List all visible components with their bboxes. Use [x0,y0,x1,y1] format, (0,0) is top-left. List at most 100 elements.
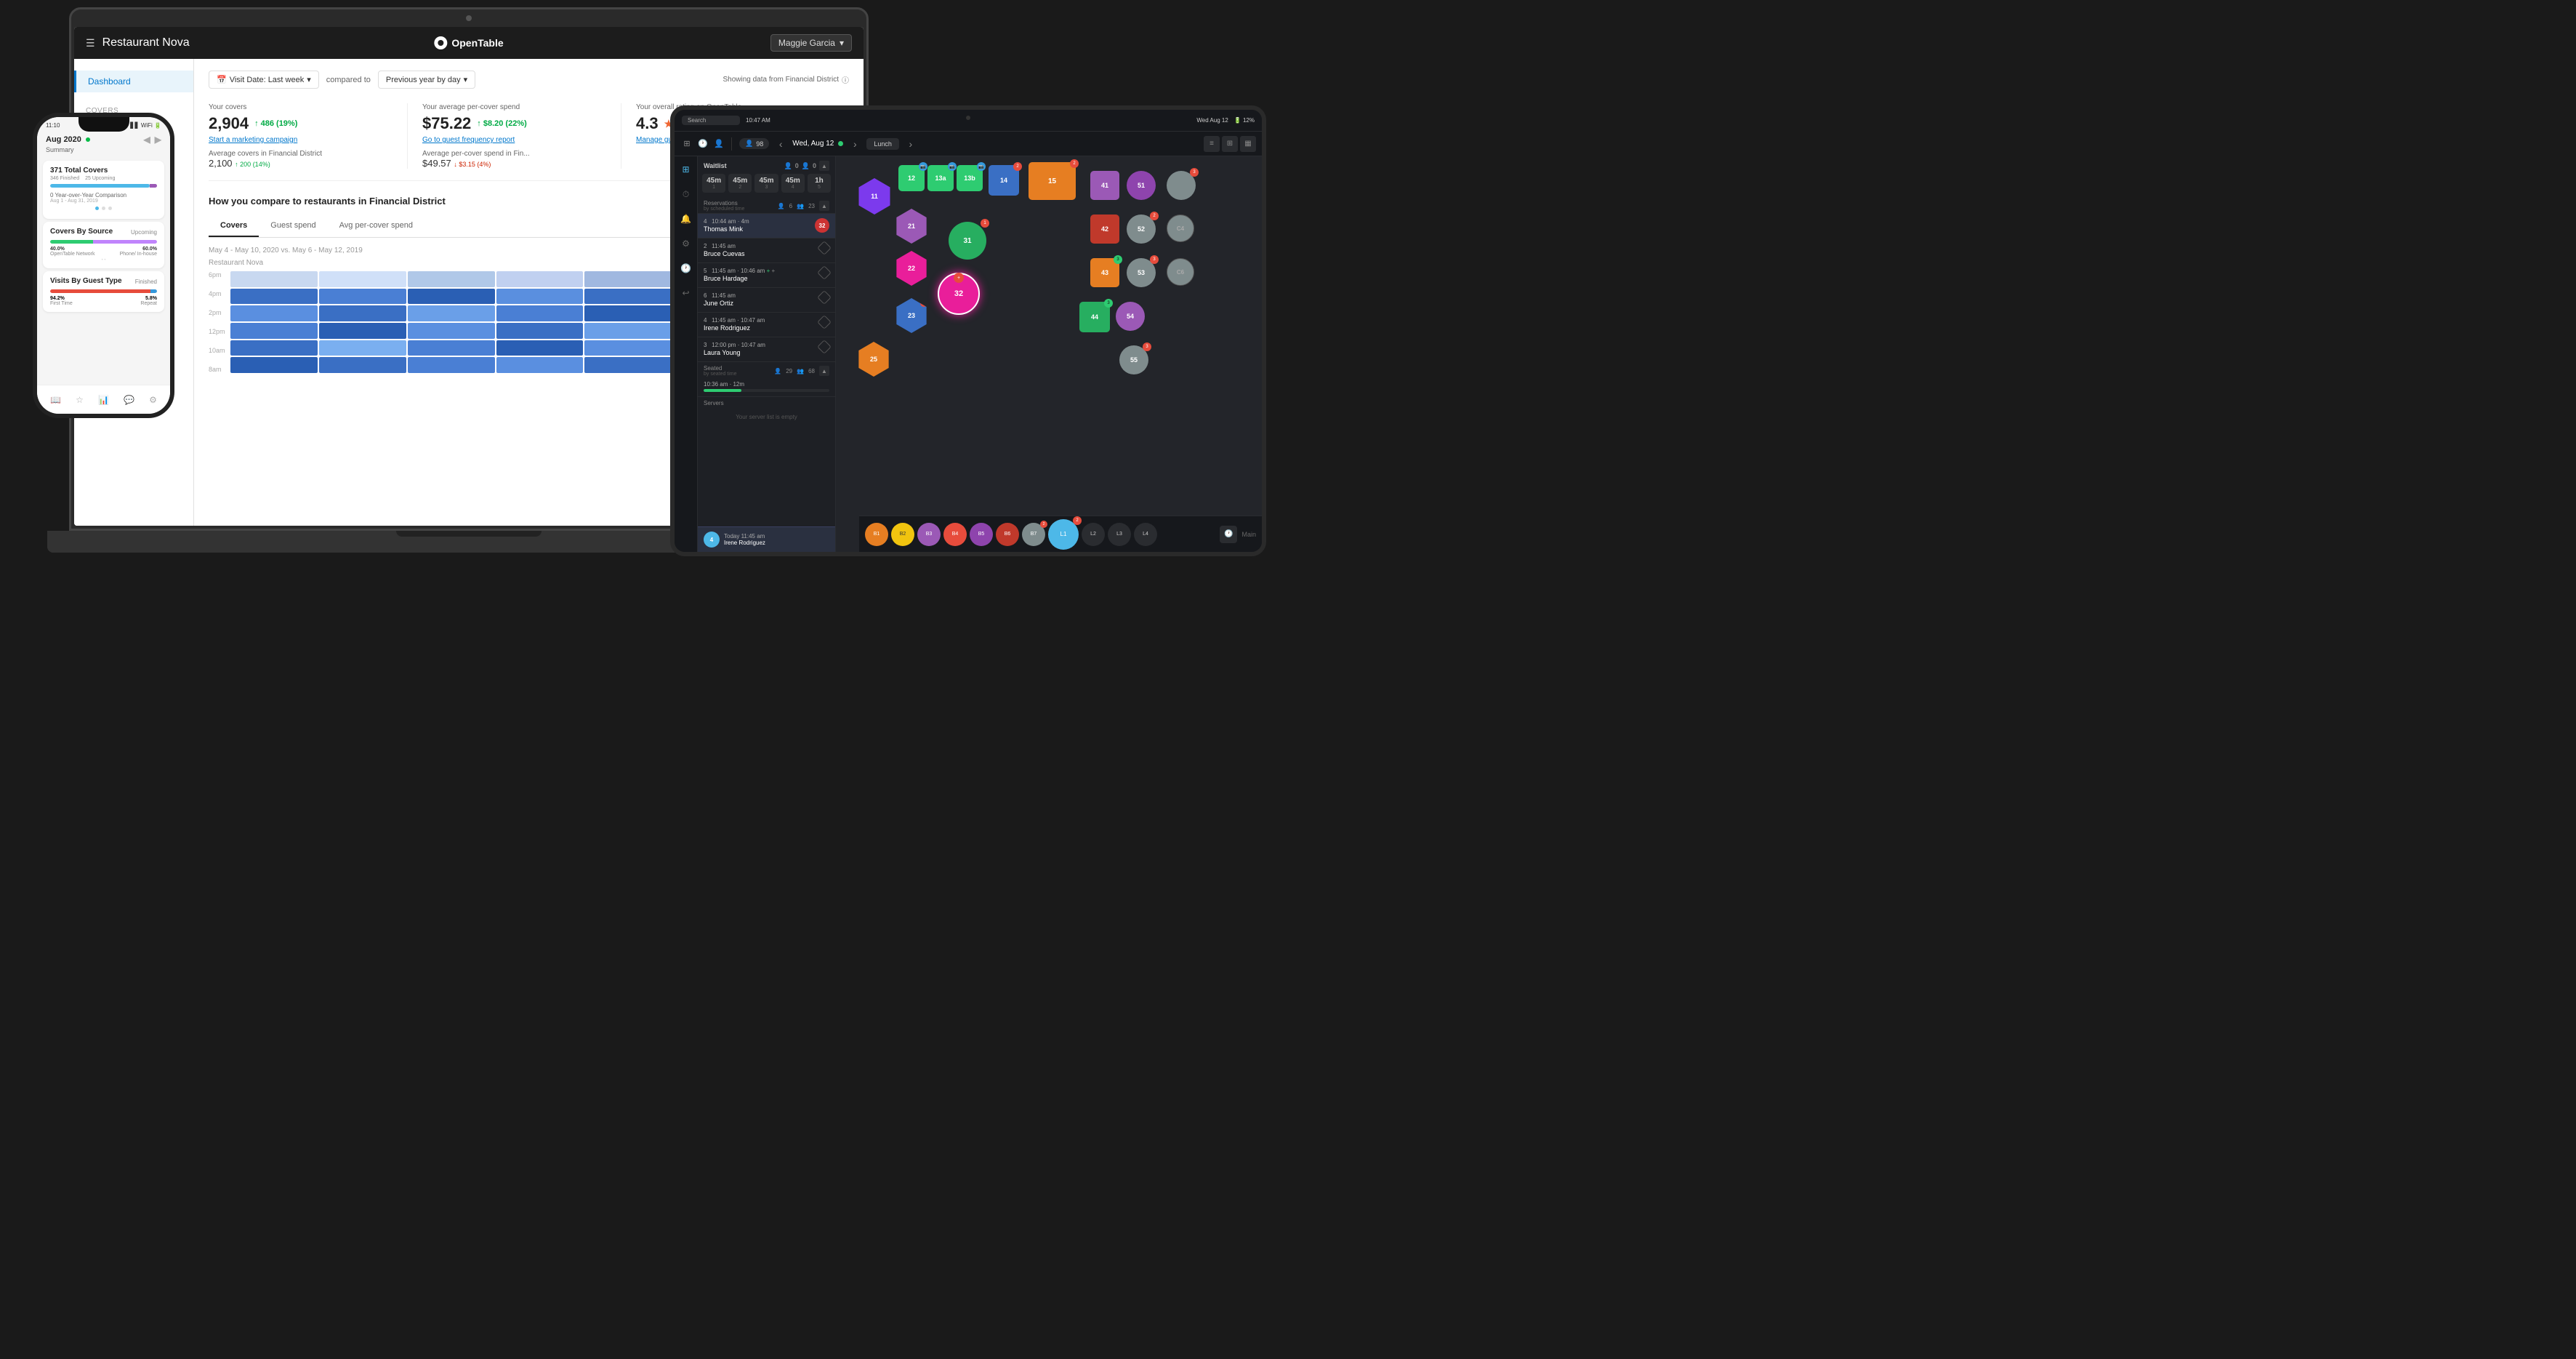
bottom-table-l1-big[interactable]: 2 L1 [1048,519,1079,550]
tab-avg-spend[interactable]: Avg per-cover spend [328,215,424,237]
seated-item-1[interactable]: 10:36 am · 12m [698,378,835,397]
hcell[interactable] [496,271,584,287]
table-22[interactable]: 22 [894,251,929,286]
arrow-left-icon[interactable]: ↩ [679,286,693,300]
hcell[interactable] [496,340,584,356]
search-input[interactable]: Search [682,116,740,125]
hcell[interactable] [584,289,672,305]
table-31[interactable]: 31 1 [949,222,986,260]
hcell[interactable] [496,289,584,305]
hcell[interactable] [584,357,672,373]
hcell[interactable] [230,305,318,321]
table-21[interactable]: 21 [894,209,929,244]
hcell[interactable] [496,305,584,321]
hcell[interactable] [319,305,406,321]
bottom-table-b1[interactable]: B1 [865,523,888,546]
table-32[interactable]: + 32 [938,273,980,315]
kpi-spend-link[interactable]: Go to guest frequency report [422,136,606,144]
hcell[interactable] [319,271,406,287]
bell-icon[interactable]: 🔔 [679,212,693,226]
res-collapse-btn[interactable]: ▲ [819,201,829,211]
table-12[interactable]: 12 📷 [898,165,925,191]
hcell[interactable] [584,323,672,339]
next-date-button[interactable]: › [848,137,862,151]
hcell[interactable] [408,271,495,287]
bottom-table-b6[interactable]: B6 [996,523,1019,546]
table-42[interactable]: 42 [1090,215,1119,244]
footer-notification[interactable]: 4 Today 11:45 am Irene Rodriguez [698,526,835,552]
user-icon[interactable]: 👤 [712,137,725,151]
hcell[interactable] [230,357,318,373]
table-51[interactable]: 51 [1127,171,1156,200]
hcell[interactable] [408,323,495,339]
hcell[interactable] [230,340,318,356]
bottom-table-b4[interactable]: B4 [943,523,967,546]
res-item-june[interactable]: 6 11:45 am June Ortiz [698,288,835,313]
prev-date-button[interactable]: ‹ [773,137,788,151]
kpi-covers-link[interactable]: Start a marketing campaign [209,136,393,144]
tab-guest-spend[interactable]: Guest spend [259,215,327,237]
nav-star[interactable]: ☆ [76,395,84,405]
bottom-table-b2[interactable]: B2 [891,523,914,546]
hcell[interactable] [319,340,406,356]
hcell[interactable] [496,323,584,339]
table-c6[interactable]: C6 [1167,258,1194,286]
hamburger-icon[interactable]: ☰ [86,37,95,49]
table-43[interactable]: 43 3 [1090,258,1119,287]
nav-chart[interactable]: 📊 [98,395,109,405]
clock-left-icon[interactable]: ⏱ [679,187,693,201]
hcell[interactable] [584,340,672,356]
floor-plan-icon[interactable]: ⊞ [679,162,693,177]
waitlist-collapse-btn[interactable]: ▲ [819,161,829,171]
hcell[interactable] [319,357,406,373]
hcell[interactable] [408,357,495,373]
table-44[interactable]: 44 3 [1079,302,1110,332]
res-item-thomas[interactable]: 4 10:44 am · 4m Thomas Mink 32 [698,214,835,238]
res-item-bruce-h[interactable]: 5 11:45 am · 10:46 am + + Bruce Hardage [698,263,835,288]
hcell[interactable] [496,357,584,373]
bottom-table-b3[interactable]: B3 [917,523,941,546]
history-button[interactable]: 🕐 [1220,526,1237,543]
bottom-table-l3[interactable]: L3 [1108,523,1131,546]
table-52[interactable]: 52 2 [1127,215,1156,244]
table-13b[interactable]: 13b 📷 [957,165,983,191]
next-month-icon[interactable]: ▶ [155,135,161,145]
table-14[interactable]: 14 2 [989,165,1019,196]
hcell[interactable] [230,271,318,287]
user-button[interactable]: Maggie Garcia ▾ [770,34,852,52]
hcell[interactable] [408,289,495,305]
bottom-table-b5[interactable]: B5 [970,523,993,546]
table-11[interactable]: 11 [856,178,893,215]
hcell[interactable] [584,305,672,321]
table-53[interactable]: 53 3 [1127,258,1156,287]
settings-left-icon[interactable]: ⚙ [679,236,693,251]
hcell[interactable] [319,323,406,339]
seated-collapse-btn[interactable]: ▲ [819,366,829,376]
hcell[interactable] [230,289,318,305]
table-61[interactable]: 3 [1167,171,1196,200]
table-15[interactable]: 15 2 [1029,162,1076,200]
clock-icon[interactable]: 🕐 [696,137,709,151]
prev-month-icon[interactable]: ◀ [144,135,150,145]
next-shift-button[interactable]: › [903,137,918,151]
nav-gear[interactable]: ⚙ [149,395,157,405]
hcell[interactable] [230,323,318,339]
nav-chat[interactable]: 💬 [124,395,134,405]
list-view-button[interactable]: ≡ [1204,136,1220,152]
sidebar-item-dashboard[interactable]: Dashboard [74,71,193,92]
table-13a[interactable]: 13a 📷 [927,165,954,191]
table-41[interactable]: 41 [1090,171,1119,200]
floor-view-button[interactable]: ▦ [1240,136,1256,152]
table-23[interactable]: 23 2 [894,298,929,333]
bottom-table-l4[interactable]: L4 [1134,523,1157,546]
res-item-bruce-c[interactable]: 2 11:45 am Bruce Cuevas [698,238,835,263]
res-item-laura[interactable]: 3 12:00 pm · 10:47 am Laura Young [698,337,835,362]
nav-book[interactable]: 📖 [50,395,61,405]
bottom-table-l2[interactable]: L2 [1082,523,1105,546]
bottom-table-b7[interactable]: B7 2 [1022,523,1045,546]
hcell[interactable] [319,289,406,305]
hcell[interactable] [408,340,495,356]
clock2-icon[interactable]: 🕐 [679,261,693,276]
hcell[interactable] [408,305,495,321]
table-c4[interactable]: C4 [1167,215,1194,242]
